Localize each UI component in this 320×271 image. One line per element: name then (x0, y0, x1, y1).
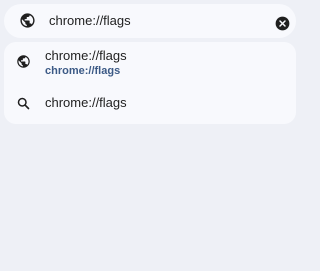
clear-icon[interactable] (275, 16, 290, 31)
suggestion-list: chrome://flags chrome://flags chrome://f… (4, 42, 296, 124)
globe-icon (16, 54, 31, 69)
suggestion-title: chrome://flags (45, 95, 127, 110)
globe-icon (19, 12, 36, 29)
omnibox-input[interactable]: chrome://flags (49, 4, 131, 38)
suggestion-item-search[interactable]: chrome://flags (4, 83, 296, 123)
omnibox[interactable]: chrome://flags (4, 4, 296, 38)
search-icon (16, 96, 31, 111)
suggestion-title: chrome://flags (45, 48, 127, 63)
suggestion-url: chrome://flags (45, 65, 121, 77)
suggestion-item-url[interactable]: chrome://flags chrome://flags (4, 42, 296, 82)
